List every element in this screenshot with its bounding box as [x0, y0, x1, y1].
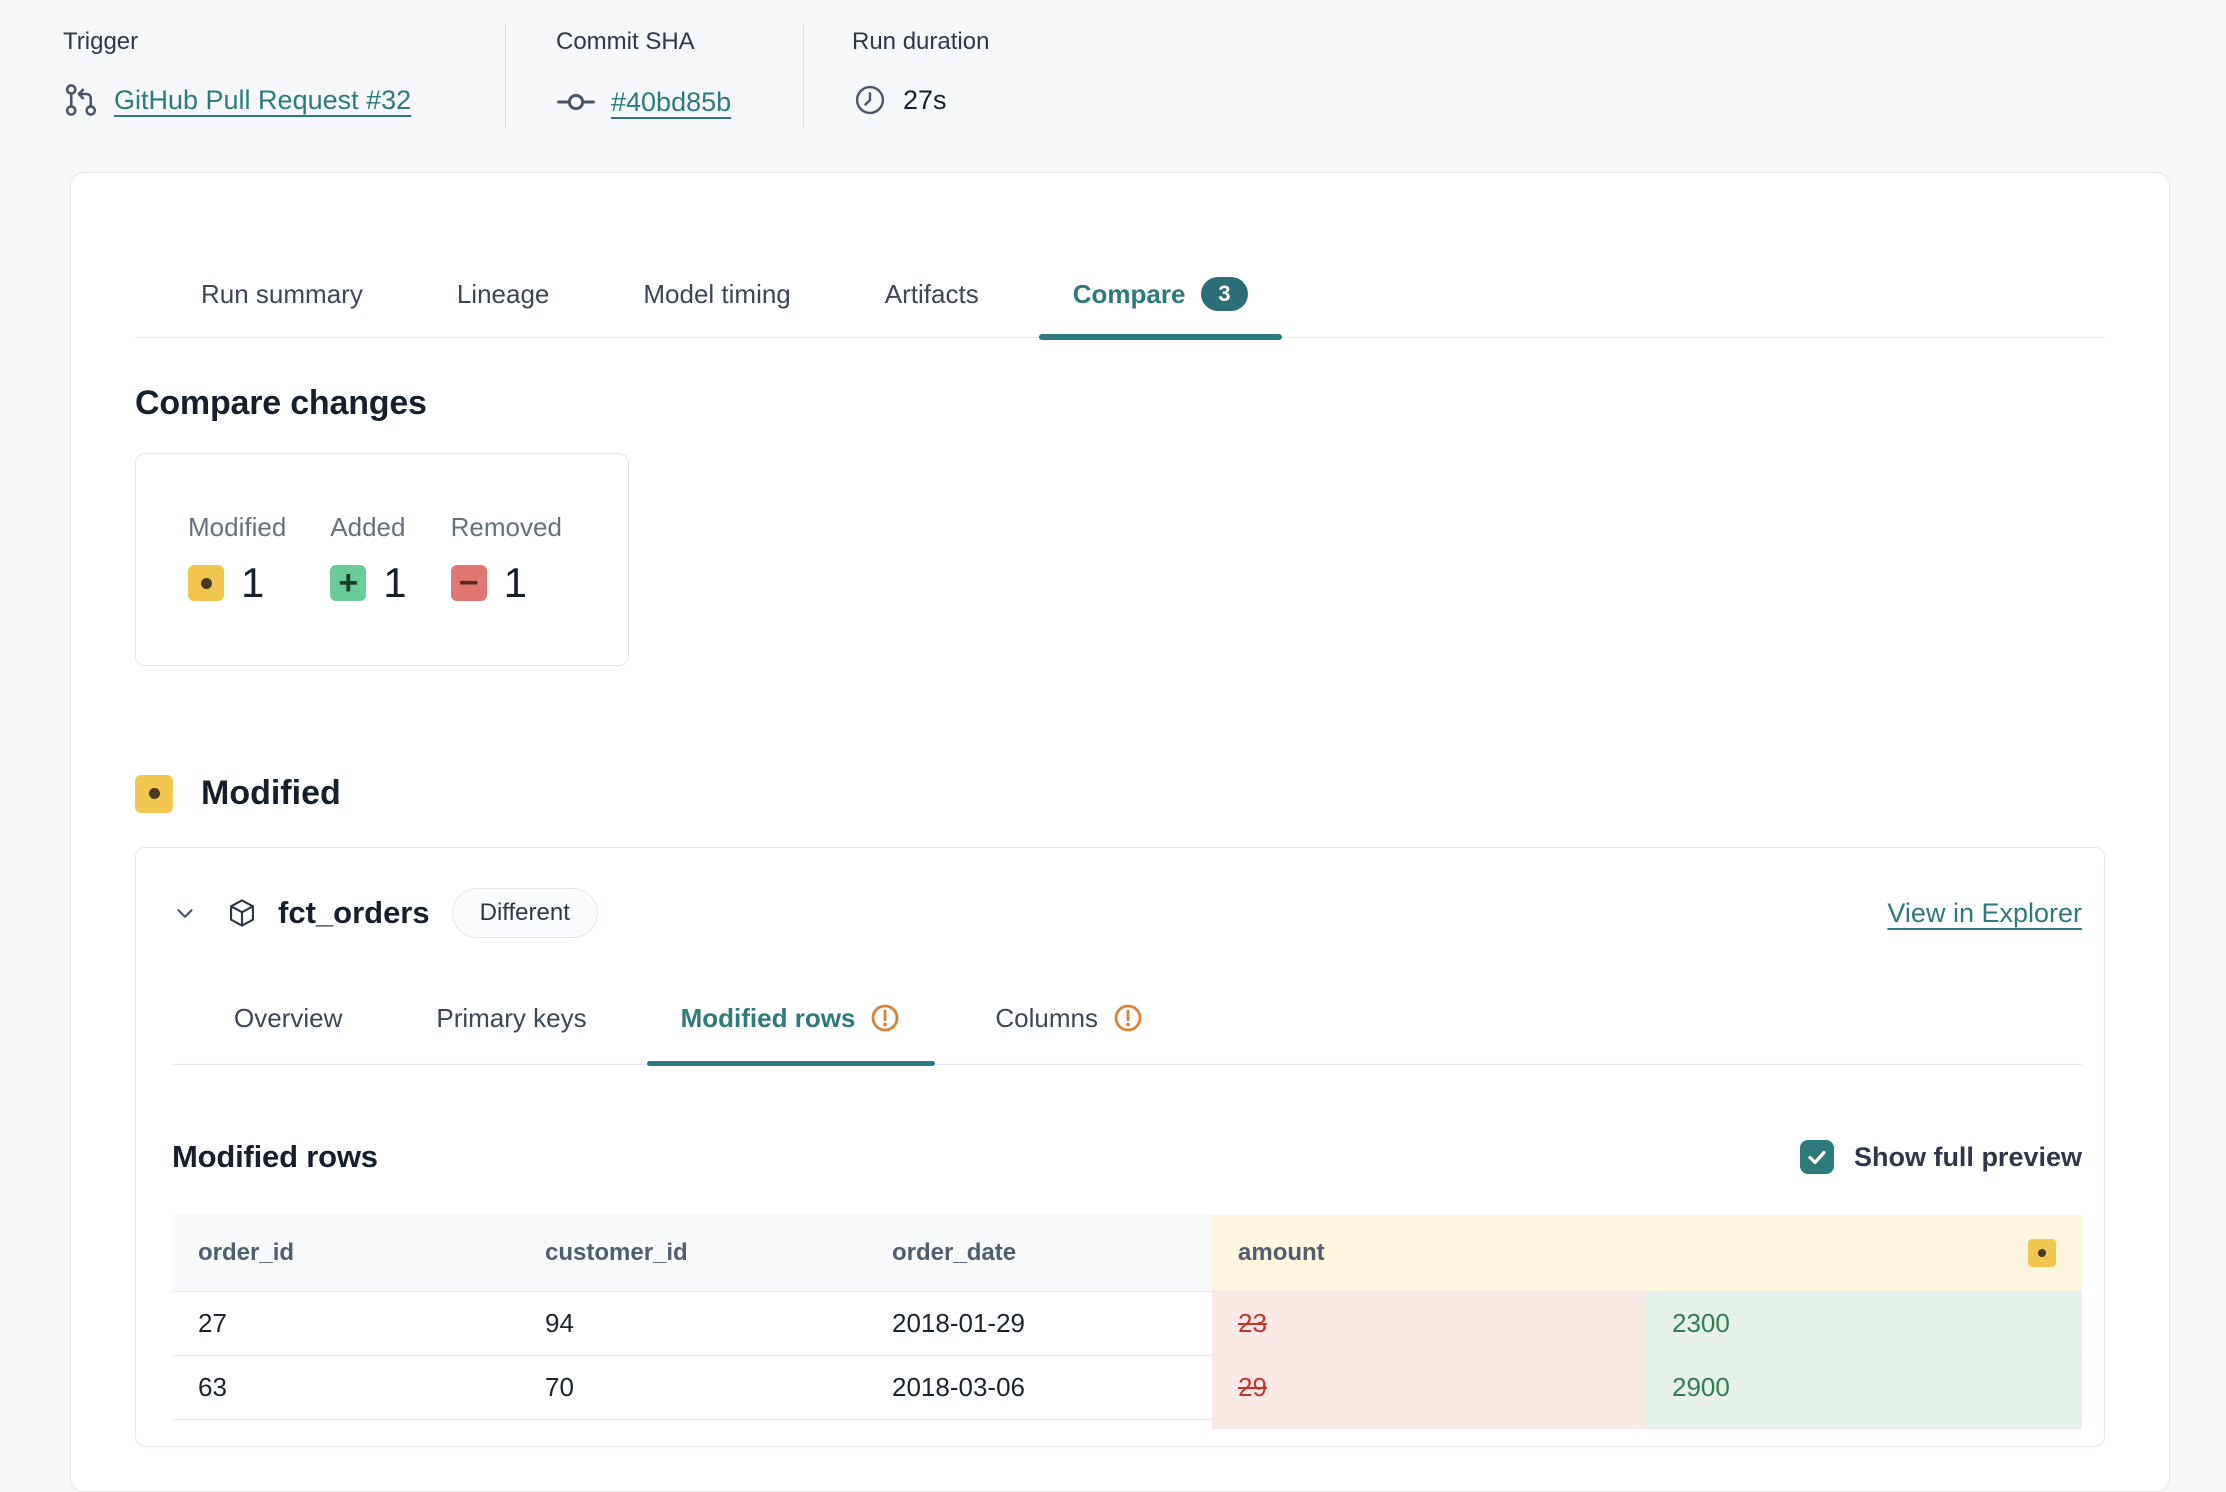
tab-lineage[interactable]: Lineage [423, 277, 584, 337]
table-cell-new-value: 2300 [1646, 1291, 2082, 1355]
warning-icon [1112, 1002, 1144, 1034]
table-cell: 63 [172, 1355, 519, 1419]
run-duration-label: Run duration [852, 28, 989, 56]
page-title: Compare changes [135, 384, 2105, 423]
trigger-pr-link[interactable]: GitHub Pull Request #32 [114, 85, 411, 116]
warning-icon [869, 1002, 901, 1034]
summary-removed: Removed − 1 [451, 512, 562, 607]
compare-summary-card: Modified 1 Added + 1 Removed − 1 [135, 453, 629, 666]
modified-badge-icon [188, 565, 224, 601]
modified-column-badge-icon [2028, 1239, 2056, 1267]
table-cell [519, 1419, 866, 1429]
model-card-fct-orders: fct_orders Different View in Explorer Ov… [135, 847, 2105, 1447]
table-cell-old-value: 23 [1212, 1291, 1646, 1355]
tab-compare[interactable]: Compare 3 [1039, 277, 1282, 337]
tab-primary-keys[interactable]: Primary keys [402, 1002, 620, 1064]
table-cell: 2018-03-06 [866, 1355, 1212, 1419]
summary-added: Added + 1 [330, 512, 406, 607]
model-cube-icon [226, 897, 258, 929]
table-cell: 27 [172, 1291, 519, 1355]
column-header-customer-id: customer_id [519, 1215, 866, 1291]
modified-rows-table: order_id customer_id order_date amount 2… [172, 1215, 2082, 1429]
show-full-preview-label: Show full preview [1854, 1142, 2082, 1173]
commit-sha-link[interactable]: #40bd85b [611, 87, 731, 118]
run-detail-card: Run summary Lineage Model timing Artifac… [70, 172, 2170, 1492]
commit-sha-label: Commit SHA [556, 28, 803, 56]
show-full-preview-toggle[interactable]: Show full preview [1800, 1140, 2082, 1174]
modified-section-heading: Modified [135, 774, 2105, 813]
checkbox-checked-icon[interactable] [1800, 1140, 1834, 1174]
trigger-label: Trigger [63, 28, 505, 56]
chevron-down-icon[interactable] [172, 900, 198, 926]
view-in-explorer-link[interactable]: View in Explorer [1887, 898, 2082, 929]
tab-model-timing[interactable]: Model timing [609, 277, 824, 337]
table-cell: 2018-01-29 [866, 1291, 1212, 1355]
added-badge-icon: + [330, 565, 366, 601]
clock-icon [852, 82, 888, 118]
run-meta-bar: Trigger GitHub Pull Request #32 Commit S… [63, 28, 989, 128]
model-tabs: Overview Primary keys Modified rows Colu… [172, 1002, 2082, 1065]
table-cell-old-value [1212, 1419, 1646, 1429]
git-commit-icon [556, 82, 596, 122]
column-header-order-id: order_id [172, 1215, 519, 1291]
compare-count-badge: 3 [1201, 277, 1247, 311]
tab-overview[interactable]: Overview [200, 1002, 376, 1064]
run-tabs: Run summary Lineage Model timing Artifac… [135, 277, 2105, 338]
tab-modified-rows[interactable]: Modified rows [647, 1002, 936, 1064]
pull-request-icon [63, 82, 99, 118]
run-duration-value: 27s [903, 85, 947, 116]
table-cell [172, 1419, 519, 1429]
summary-modified: Modified 1 [188, 512, 286, 607]
modified-badge-icon [135, 775, 173, 813]
model-name: fct_orders [278, 895, 430, 931]
table-cell: 70 [519, 1355, 866, 1419]
table-cell-old-value: 29 [1212, 1355, 1646, 1419]
modified-rows-title: Modified rows [172, 1139, 378, 1175]
tab-artifacts[interactable]: Artifacts [851, 277, 1013, 337]
table-cell: 94 [519, 1291, 866, 1355]
column-header-amount: amount [1212, 1215, 2082, 1291]
tab-columns[interactable]: Columns [961, 1002, 1178, 1064]
column-header-order-date: order_date [866, 1215, 1212, 1291]
table-cell-new-value [1646, 1419, 2082, 1429]
table-cell [866, 1419, 1212, 1429]
status-badge: Different [452, 888, 598, 938]
table-cell-new-value: 2900 [1646, 1355, 2082, 1419]
tab-run-summary[interactable]: Run summary [167, 277, 397, 337]
removed-badge-icon: − [451, 565, 487, 601]
